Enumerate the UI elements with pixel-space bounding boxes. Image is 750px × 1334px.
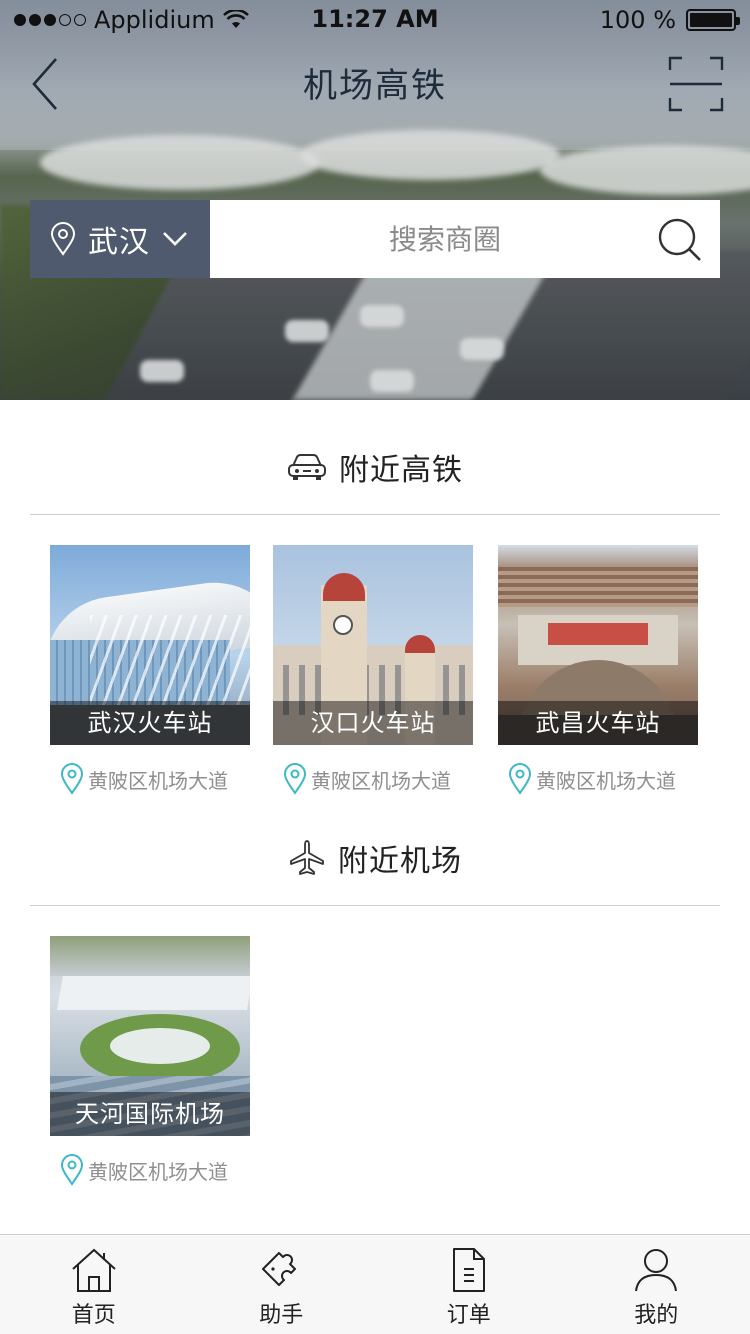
station-card[interactable]: 汉口火车站 黄陂区机场大道	[273, 545, 473, 795]
airport-name: 天河国际机场	[50, 1092, 250, 1136]
location-pin-icon	[50, 222, 76, 256]
hero-banner: Applidium 11:27 AM 100 % 机场高铁 武汉 搜索商圈	[0, 0, 750, 400]
station-thumbnail: 汉口火车站	[273, 545, 473, 745]
tab-label: 助手	[259, 1303, 304, 1328]
battery-fill	[690, 13, 732, 27]
station-thumbnail: 武汉火车站	[50, 545, 250, 745]
status-right: 100 %	[599, 6, 740, 34]
search-bar: 武汉	[30, 200, 720, 278]
airport-thumbnail: 天河国际机场	[50, 936, 250, 1136]
section-title-airport: 附近机场	[338, 844, 462, 879]
airport-card[interactable]: 天河国际机场 黄陂区机场大道	[50, 936, 250, 1186]
location-pin-icon	[60, 763, 84, 795]
tab-bar: 首页 助手 订单 我的	[0, 1234, 750, 1334]
section-divider	[30, 905, 720, 906]
station-card[interactable]: 武昌火车站 黄陂区机场大道	[498, 545, 698, 795]
home-icon	[72, 1248, 116, 1292]
tab-assistant[interactable]: 助手	[188, 1235, 376, 1334]
station-address: 黄陂区机场大道	[508, 763, 676, 795]
location-pin-icon	[60, 1154, 84, 1186]
tab-orders[interactable]: 订单	[375, 1235, 563, 1334]
city-selector[interactable]: 武汉	[30, 200, 210, 278]
tab-profile[interactable]: 我的	[563, 1235, 750, 1334]
location-pin-icon	[508, 763, 532, 795]
car-icon	[288, 454, 326, 480]
search-button[interactable]	[656, 216, 704, 264]
station-address: 黄陂区机场大道	[60, 763, 228, 795]
location-pin-icon	[283, 763, 307, 795]
section-title-rail: 附近高铁	[339, 453, 463, 488]
status-bar: Applidium 11:27 AM 100 %	[0, 0, 750, 40]
section-divider	[30, 514, 720, 515]
station-address-text: 黄陂区机场大道	[88, 768, 228, 793]
scan-frame-icon	[668, 56, 724, 112]
section-header-rail: 附近高铁	[0, 437, 750, 497]
airplane-icon	[290, 840, 324, 875]
document-icon	[452, 1248, 485, 1292]
station-card[interactable]: 武汉火车站 黄陂区机场大道	[50, 545, 250, 795]
search-input[interactable]	[210, 200, 720, 278]
station-address-text: 黄陂区机场大道	[536, 768, 676, 793]
station-address-text: 黄陂区机场大道	[311, 768, 451, 793]
page-title: 机场高铁	[303, 66, 447, 106]
chevron-down-icon	[163, 232, 187, 246]
tab-home[interactable]: 首页	[0, 1235, 188, 1334]
search-icon	[658, 218, 701, 261]
section-header-airport: 附近机场	[0, 828, 750, 888]
user-icon	[635, 1249, 678, 1292]
station-address: 黄陂区机场大道	[283, 763, 451, 795]
battery-icon	[686, 9, 740, 31]
station-name: 汉口火车站	[273, 701, 473, 745]
scan-button[interactable]	[668, 56, 724, 112]
station-name: 武昌火车站	[498, 701, 698, 745]
tab-label: 我的	[634, 1303, 679, 1328]
station-name: 武汉火车站	[50, 701, 250, 745]
tab-label: 首页	[71, 1303, 116, 1328]
tab-label: 订单	[446, 1303, 491, 1328]
battery-percent: 100 %	[599, 6, 676, 34]
airport-address: 黄陂区机场大道	[60, 1154, 228, 1186]
puzzle-icon	[262, 1252, 297, 1286]
station-thumbnail: 武昌火车站	[498, 545, 698, 745]
airport-address-text: 黄陂区机场大道	[88, 1159, 228, 1184]
city-name: 武汉	[88, 225, 150, 260]
search-box	[210, 200, 720, 278]
